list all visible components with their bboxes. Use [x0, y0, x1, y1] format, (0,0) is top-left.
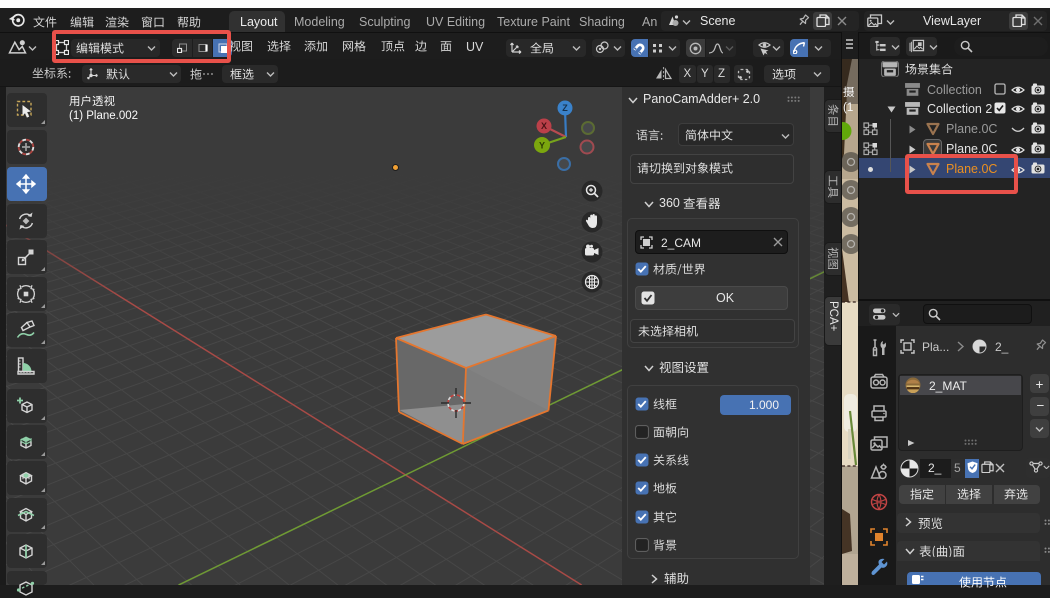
- svg-text:X: X: [541, 121, 547, 131]
- svg-text:Y: Y: [539, 141, 545, 151]
- svg-text:Z: Z: [562, 103, 568, 113]
